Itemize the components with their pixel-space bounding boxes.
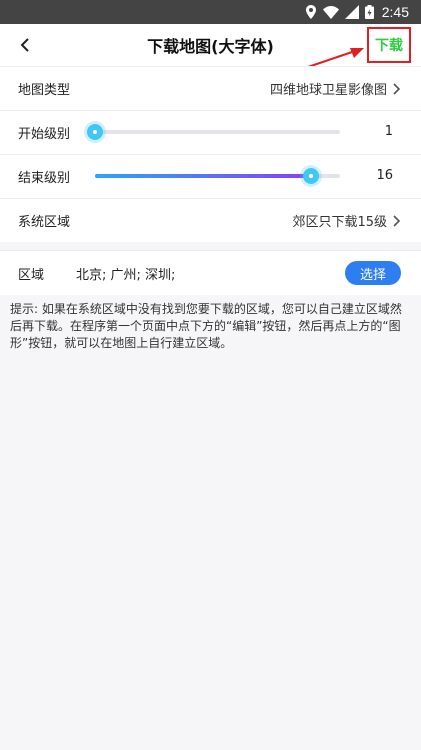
status-time: 2:45 <box>381 4 409 20</box>
map-type-label: 地图类型 <box>18 83 71 98</box>
signal-icon <box>344 5 359 19</box>
battery-icon <box>364 5 374 19</box>
settings-list: 地图类型 四维地球卫星影像图 开始级别 1 结束级别 16 系统区域 郊区只下载… <box>0 66 421 295</box>
region-value: 北京; 广州; 深圳; <box>76 267 176 283</box>
start-level-slider[interactable] <box>87 124 340 140</box>
start-level-value: 1 <box>384 124 393 139</box>
page-title: 下载地图(大字体) <box>147 37 274 56</box>
end-level-slider-thumb[interactable] <box>303 168 320 184</box>
end-level-label: 结束级别 <box>18 171 71 186</box>
tip-text: 提示: 如果在系统区域中没有找到您要下载的区域，您可以自己建立区域然后再下载。在… <box>10 302 402 350</box>
back-button[interactable] <box>14 34 36 56</box>
end-level-slider[interactable] <box>95 168 340 184</box>
end-level-row: 结束级别 16 <box>0 154 421 198</box>
chevron-left-icon <box>20 38 29 52</box>
region-label: 区域 <box>18 267 45 283</box>
map-type-row[interactable]: 地图类型 四维地球卫星影像图 <box>0 66 421 110</box>
chevron-right-icon <box>393 82 403 96</box>
map-type-value: 四维地球卫星影像图 <box>269 83 387 98</box>
select-region-button[interactable]: 选择 <box>345 261 401 285</box>
start-level-label: 开始级别 <box>18 127 71 142</box>
end-level-value: 16 <box>376 168 393 183</box>
end-level-slider-fill <box>95 174 312 178</box>
download-button[interactable]: 下载 <box>367 27 411 63</box>
system-region-row[interactable]: 系统区域 郊区只下载15级 <box>0 198 421 242</box>
location-icon <box>305 5 317 19</box>
system-region-label: 系统区域 <box>18 215 71 230</box>
wifi-icon <box>322 5 339 19</box>
status-bar: 2:45 <box>0 0 421 24</box>
region-row: 区域 北京; 广州; 深圳; 选择 <box>0 250 421 295</box>
toolbar: 下载地图(大字体) 下载 <box>0 24 421 66</box>
download-button-label: 下载 <box>375 38 403 54</box>
start-level-slider-thumb[interactable] <box>87 124 103 140</box>
start-level-row: 开始级别 1 <box>0 110 421 154</box>
system-region-value: 郊区只下载15级 <box>292 215 387 230</box>
chevron-right-icon <box>393 214 403 228</box>
